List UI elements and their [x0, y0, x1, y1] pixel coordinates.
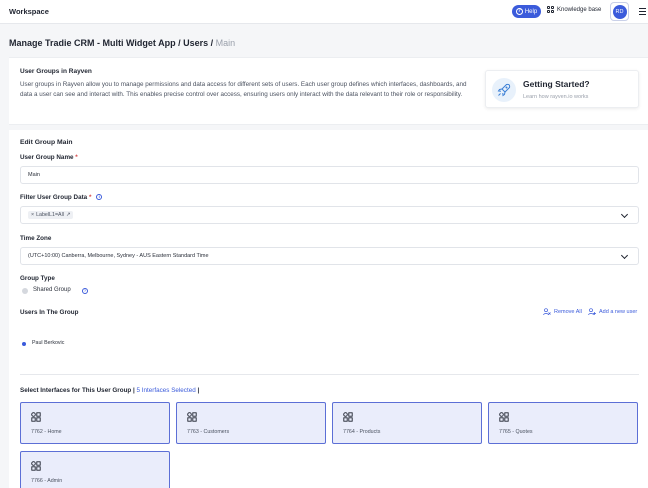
interface-tile[interactable]: 7764 - Products [332, 402, 482, 444]
breadcrumb-current: Main [215, 38, 236, 48]
breadcrumb-app[interactable]: Manage Tradie CRM - Multi Widget App [9, 38, 176, 48]
interfaces-title-text: Select Interfaces for This User Group [20, 387, 132, 394]
avatar-initials: RD [612, 4, 627, 19]
shared-group-radio[interactable] [22, 288, 28, 294]
workspace-title[interactable]: Workspace [9, 7, 49, 16]
section-title: Edit Group Main [20, 139, 73, 146]
filter-chip[interactable]: × LabelL1=All ↗ [28, 211, 74, 219]
remove-user-icon [543, 308, 551, 316]
edit-group-form: Edit Group Main User Group Name * Main F… [9, 130, 648, 488]
divider [20, 374, 639, 375]
widgets-icon [187, 412, 197, 422]
required-mark: * [88, 194, 92, 201]
getting-started-subtitle: Learn how rayven.io works [523, 94, 589, 100]
grid-icon [547, 6, 554, 13]
interfaces-separator: | [195, 387, 200, 394]
group-name-value: Main [28, 172, 40, 178]
user-status-dot [22, 342, 26, 346]
group-type-label: Group Type [20, 275, 55, 282]
add-user-icon [588, 308, 596, 316]
add-user-label: Add a new user [599, 309, 638, 315]
knowledge-base-label: Knowledge base [557, 6, 602, 13]
remove-all-label: Remove All [554, 309, 582, 315]
group-name-label: User Group Name * [20, 154, 78, 161]
chevron-down-icon[interactable] [620, 251, 629, 260]
chevron-down-icon[interactable] [620, 210, 629, 219]
widgets-icon [31, 412, 41, 422]
getting-started-card[interactable]: Getting Started? Learn how rayven.io wor… [485, 70, 639, 108]
timezone-label: Time Zone [20, 235, 52, 242]
interface-tile[interactable]: 7762 - Home [20, 402, 170, 444]
getting-started-title: Getting Started? [523, 79, 590, 89]
info-icon[interactable]: i [96, 194, 103, 201]
interface-tile[interactable]: 7765 - Quotes [488, 402, 638, 444]
filter-chip-label: LabelL1=All [36, 212, 64, 218]
info-title: User Groups in Rayven [20, 68, 92, 75]
remove-all-button[interactable]: Remove All [543, 308, 582, 316]
filter-data-label-text: Filter User Group Data [20, 194, 88, 201]
interface-label: 7766 - Admin [31, 478, 63, 484]
interface-label: 7764 - Products [343, 429, 381, 435]
widgets-icon [31, 461, 41, 471]
info-panel: User Groups in Rayven User groups in Ray… [9, 57, 648, 125]
users-in-group-label: Users In The Group [20, 309, 79, 316]
user-avatar[interactable]: RD [610, 2, 629, 21]
group-name-input[interactable]: Main [20, 166, 639, 184]
breadcrumb-separator: / [208, 38, 216, 48]
interface-label: 7763 - Customers [187, 429, 230, 435]
shared-group-label[interactable]: Shared Group [33, 287, 71, 293]
top-bar: Workspace ? Help Knowledge base RD [0, 0, 648, 24]
required-mark: * [75, 154, 78, 161]
breadcrumb-separator: / [175, 38, 184, 48]
info-description: User groups in Rayven allow you to manag… [20, 81, 467, 98]
user-list-item[interactable]: Paul Berkovic [32, 340, 64, 346]
question-icon: ? [515, 8, 523, 15]
group-name-label-text: User Group Name [20, 154, 74, 161]
interface-label: 7762 - Home [31, 429, 62, 435]
interface-label: 7765 - Quotes [499, 429, 533, 435]
widgets-icon [499, 412, 509, 422]
hamburger-menu-icon[interactable] [639, 8, 646, 15]
interfaces-title: Select Interfaces for This User Group | … [20, 387, 199, 394]
help-button[interactable]: ? Help [512, 5, 541, 18]
breadcrumb: Manage Tradie CRM - Multi Widget App / U… [9, 38, 235, 48]
widgets-icon [343, 412, 353, 422]
interface-tile[interactable]: 7763 - Customers [176, 402, 326, 444]
info-icon[interactable]: ? [82, 288, 88, 294]
chip-remove-icon[interactable]: × [31, 212, 34, 218]
timezone-select[interactable]: (UTC+10:00) Canberra, Melbourne, Sydney … [20, 247, 639, 265]
interface-tile[interactable]: 7766 - Admin [20, 451, 170, 488]
interfaces-selected-count[interactable]: 5 Interfaces Selected [137, 387, 196, 394]
filter-data-label: Filter User Group Data * i [20, 194, 103, 201]
add-user-button[interactable]: Add a new user [588, 308, 637, 316]
help-label: Help [524, 8, 538, 15]
filter-data-select[interactable]: × LabelL1=All ↗ [20, 206, 639, 224]
knowledge-base-link[interactable]: Knowledge base [547, 6, 601, 13]
rocket-icon [492, 78, 516, 102]
external-link-icon[interactable]: ↗ [66, 212, 70, 218]
breadcrumb-users[interactable]: Users [183, 38, 208, 48]
timezone-value: (UTC+10:00) Canberra, Melbourne, Sydney … [28, 253, 209, 259]
